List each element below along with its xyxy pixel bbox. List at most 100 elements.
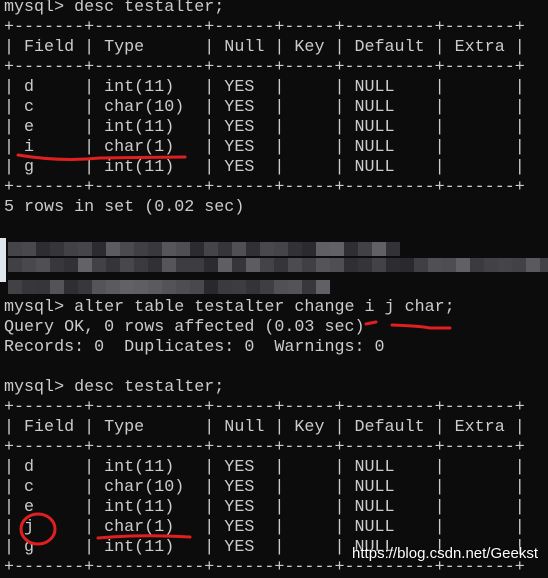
redacted-block (246, 280, 260, 294)
watermark: https://blog.csdn.net/Geekst (352, 545, 538, 562)
redacted-block (8, 242, 22, 256)
redacted-block (106, 242, 120, 256)
redacted-block (274, 280, 288, 294)
terminal-line: mysql> desc testalter; (4, 0, 225, 17)
redacted-block (456, 258, 470, 272)
redacted-block (288, 242, 302, 256)
redacted-block (414, 258, 428, 272)
redacted-block (190, 280, 204, 294)
redacted-block (8, 280, 22, 294)
redacted-block (176, 258, 190, 272)
terminal-line: +-------+-----------+------+-----+------… (4, 398, 525, 417)
redacted-block (50, 280, 64, 294)
terminal-line: | i | char(1) | YES | | NULL | | (4, 138, 525, 157)
terminal-line: +-------+-----------+------+-----+------… (4, 438, 525, 457)
redacted-block (358, 242, 372, 256)
redacted-block (526, 258, 540, 272)
redacted-block (120, 258, 134, 272)
redacted-block (92, 258, 106, 272)
redacted-block (428, 258, 442, 272)
redacted-block (176, 280, 190, 294)
redacted-block (386, 242, 400, 256)
redacted-block (64, 258, 78, 272)
redacted-block (470, 258, 484, 272)
redacted-block (260, 280, 274, 294)
redacted-block (330, 242, 344, 256)
redacted-block (148, 242, 162, 256)
redacted-block (78, 242, 92, 256)
terminal-line: | e | int(11) | YES | | NULL | | (4, 498, 525, 517)
redacted-block (148, 280, 162, 294)
redacted-block (484, 258, 498, 272)
redacted-block (288, 280, 302, 294)
redacted-block (232, 258, 246, 272)
redacted-block (400, 258, 414, 272)
redacted-block (316, 280, 330, 294)
terminal-line: | j | char(1) | YES | | NULL | | (4, 518, 525, 537)
redacted-block (288, 258, 302, 272)
redacted-block (92, 242, 106, 256)
redacted-block (540, 258, 548, 272)
redacted-block (498, 258, 512, 272)
redacted-block (120, 242, 134, 256)
redacted-block (344, 258, 358, 272)
redacted-block (22, 258, 36, 272)
redacted-block (218, 258, 232, 272)
redacted-block (50, 258, 64, 272)
redacted-block (260, 258, 274, 272)
redacted-block (218, 242, 232, 256)
terminal-line: Query OK, 0 rows affected (0.03 sec) (4, 318, 365, 337)
terminal-line: mysql> desc testalter; (4, 378, 225, 397)
redacted-block (162, 258, 176, 272)
redacted-block (246, 242, 260, 256)
redacted-block (36, 280, 50, 294)
terminal-line: | Field | Type | Null | Key | Default | … (4, 38, 525, 57)
terminal-line: +-------+-----------+------+-----+------… (4, 58, 525, 77)
redacted-block (190, 258, 204, 272)
redacted-block (316, 242, 330, 256)
terminal-line: +-------+-----------+------+-----+------… (4, 18, 525, 37)
redacted-block (204, 242, 218, 256)
redacted-block (344, 242, 358, 256)
redacted-block (78, 280, 92, 294)
redacted-block (36, 242, 50, 256)
redacted-block (232, 280, 246, 294)
redacted-block (232, 242, 246, 256)
redacted-block (36, 258, 50, 272)
redacted-block (190, 242, 204, 256)
redacted-block (162, 242, 176, 256)
redacted-block (8, 258, 22, 272)
redacted-block (358, 258, 372, 272)
redacted-block (148, 258, 162, 272)
redacted-block (386, 258, 400, 272)
redacted-block (302, 280, 316, 294)
redacted-block (512, 258, 526, 272)
terminal-line: | d | int(11) | YES | | NULL | | (4, 458, 525, 477)
redacted-block (106, 258, 120, 272)
redacted-block (106, 280, 120, 294)
redacted-block (22, 280, 36, 294)
redacted-block (442, 258, 456, 272)
redacted-block (78, 258, 92, 272)
redacted-block (64, 280, 78, 294)
terminal-line: 5 rows in set (0.02 sec) (4, 198, 245, 217)
terminal-line: | e | int(11) | YES | | NULL | | (4, 118, 525, 137)
terminal-line: | c | char(10) | YES | | NULL | | (4, 478, 525, 497)
terminal-line: | d | int(11) | YES | | NULL | | (4, 78, 525, 97)
redacted-block (134, 258, 148, 272)
redacted-block (204, 280, 218, 294)
terminal-line: Records: 0 Duplicates: 0 Warnings: 0 (4, 338, 385, 357)
redacted-block (218, 280, 232, 294)
redacted-block (92, 280, 106, 294)
redacted-block (302, 258, 316, 272)
redacted-block (274, 258, 288, 272)
redacted-block (22, 242, 36, 256)
redacted-block (204, 258, 218, 272)
redacted-block (134, 280, 148, 294)
redacted-block (162, 280, 176, 294)
redacted-region (0, 236, 548, 306)
redacted-block (330, 258, 344, 272)
redacted-block (176, 242, 190, 256)
